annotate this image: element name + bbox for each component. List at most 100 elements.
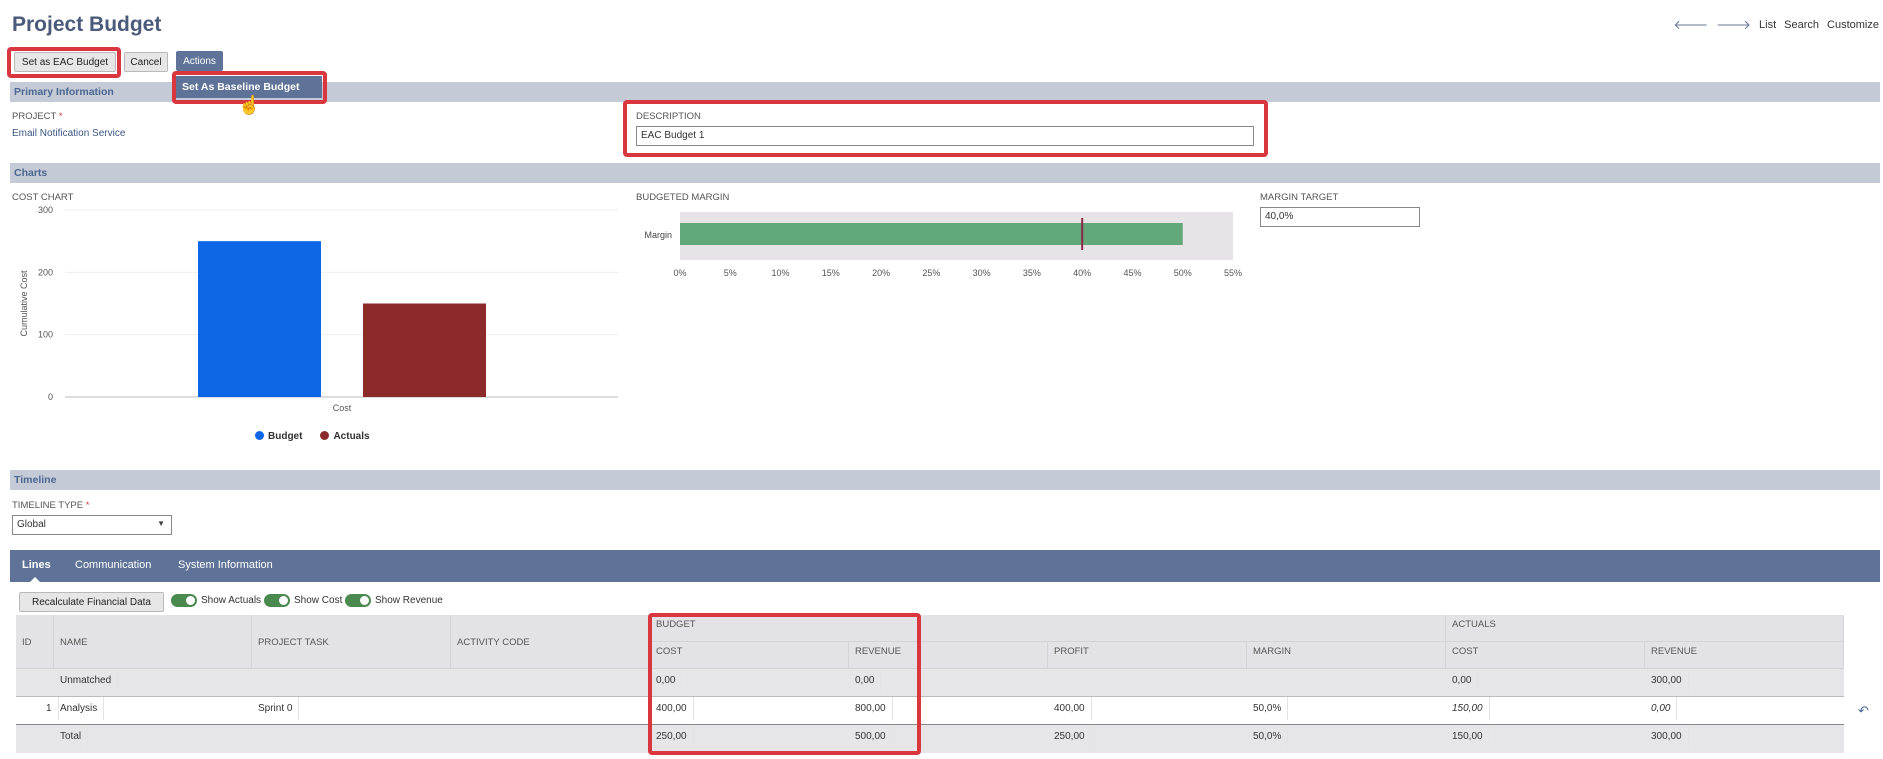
- cell-cost: 250,00: [650, 725, 694, 748]
- top-nav: 🡐 🡒 List Search Customize: [1673, 17, 1879, 33]
- timeline-type-label: TIMELINE TYPE *: [12, 500, 90, 511]
- timeline-type-select[interactable]: Global ▼: [12, 515, 172, 535]
- x-tick-label: 0%: [673, 268, 686, 278]
- project-link[interactable]: Email Notification Service: [12, 128, 125, 139]
- hand-cursor-icon: ☝: [238, 95, 261, 115]
- active-tab-indicator: [30, 577, 40, 582]
- legend-item-budget[interactable]: Budget: [255, 431, 302, 442]
- x-tick-label: Cost: [333, 403, 352, 413]
- cell-revenue[interactable]: 800,00: [849, 697, 893, 720]
- cell-actual-revenue: 0,00: [1645, 697, 1678, 720]
- x-tick-label: 5%: [724, 268, 737, 278]
- cell-name[interactable]: Analysis: [54, 697, 105, 720]
- cell-margin: 50,0%: [1247, 725, 1289, 748]
- legend-dot-icon: [255, 431, 264, 440]
- cell-actual-revenue: 300,00: [1645, 725, 1689, 748]
- x-tick-label: 15%: [822, 268, 840, 278]
- y-tick-label: 100: [38, 330, 53, 340]
- x-tick-label: 35%: [1023, 268, 1041, 278]
- cell-margin: 50,0%: [1247, 697, 1289, 720]
- cell-actual-revenue: 300,00: [1645, 669, 1689, 692]
- lines-table: ID NAME PROJECT TASK ACTIVITY CODE BUDGE…: [16, 615, 1869, 755]
- recalculate-financial-data-button[interactable]: Recalculate Financial Data: [19, 592, 164, 612]
- table-row: [16, 725, 1844, 753]
- cell-cost: 0,00: [650, 669, 683, 692]
- x-tick-label: 25%: [922, 268, 940, 278]
- x-tick-label: 55%: [1224, 268, 1242, 278]
- show-revenue-label: Show Revenue: [375, 595, 443, 606]
- show-cost-toggle[interactable]: [264, 594, 290, 607]
- budgeted-margin-chart: Margin 0% 5% 10% 15% 20% 25% 30% 35% 40% 45% 50% 55%: [644, 212, 1242, 278]
- legend-dot-icon: [320, 431, 330, 440]
- bar-budget: [198, 241, 321, 397]
- forward-arrow-icon[interactable]: 🡒: [1716, 17, 1751, 33]
- table-row: [16, 669, 1844, 697]
- timeline-section[interactable]: Timeline: [10, 470, 1880, 490]
- y-tick-label: Margin: [644, 230, 672, 240]
- x-tick-label: 40%: [1073, 268, 1091, 278]
- cell-name: Total: [54, 725, 89, 748]
- y-tick-label: 300: [38, 205, 53, 215]
- col-cost-header: COST: [650, 642, 849, 669]
- col-actual-cost-header: COST: [1446, 642, 1645, 669]
- y-tick-label: 200: [38, 267, 53, 277]
- cell-revenue: 0,00: [849, 669, 882, 692]
- description-label: DESCRIPTION: [636, 111, 701, 122]
- col-actual-revenue-header: REVENUE: [1645, 642, 1844, 669]
- cell-actual-cost: 150,00: [1446, 725, 1490, 748]
- show-actuals-label: Show Actuals: [201, 595, 262, 606]
- cell-name: Unmatched: [54, 669, 119, 692]
- cell-profit: 400,00: [1048, 697, 1092, 720]
- y-tick-label: 0: [48, 392, 53, 402]
- show-cost-label: Show Cost: [294, 595, 343, 606]
- col-margin-header: MARGIN: [1247, 642, 1446, 669]
- project-label: PROJECT *: [12, 111, 63, 122]
- cell-actual-cost: 150,00: [1446, 697, 1490, 720]
- back-arrow-icon[interactable]: 🡐: [1673, 17, 1708, 33]
- cell-actual-cost: 0,00: [1446, 669, 1479, 692]
- cell-cost[interactable]: 400,00: [650, 697, 694, 720]
- cancel-button[interactable]: Cancel: [124, 52, 168, 72]
- margin-bar: [680, 223, 1183, 245]
- budget-group-header: BUDGET: [650, 615, 1446, 642]
- nav-customize-link[interactable]: Customize: [1827, 19, 1879, 31]
- col-id-header: ID: [16, 615, 54, 669]
- chevron-down-icon: ▼: [157, 519, 165, 528]
- budgeted-margin-label: BUDGETED MARGIN: [636, 192, 730, 203]
- show-actuals-toggle[interactable]: [171, 594, 197, 607]
- bar-actuals: [363, 303, 486, 397]
- x-tick-label: 30%: [973, 268, 991, 278]
- tab-communication[interactable]: Communication: [75, 559, 151, 571]
- show-revenue-toggle[interactable]: [345, 594, 371, 607]
- col-project-task-header: PROJECT TASK: [252, 615, 451, 669]
- col-profit-header: PROFIT: [1048, 642, 1247, 669]
- x-tick-label: 50%: [1174, 268, 1192, 278]
- tab-lines[interactable]: Lines: [22, 559, 51, 571]
- legend-item-actuals[interactable]: Actuals: [320, 431, 370, 442]
- actions-button[interactable]: Actions: [176, 51, 223, 71]
- page-title: Project Budget: [12, 13, 162, 36]
- tab-system-information[interactable]: System Information: [178, 559, 273, 571]
- nav-search-link[interactable]: Search: [1784, 19, 1819, 31]
- description-field[interactable]: EAC Budget 1: [636, 126, 1254, 146]
- charts-section[interactable]: Charts: [10, 163, 1880, 183]
- y-axis-label: Cumulative Cost: [19, 270, 29, 337]
- set-eac-budget-button[interactable]: Set as EAC Budget: [14, 52, 116, 72]
- margin-target-label: MARGIN TARGET: [1260, 192, 1339, 203]
- x-tick-label: 10%: [772, 268, 790, 278]
- timeline-type-value: Global: [17, 519, 46, 530]
- x-tick-label: 20%: [872, 268, 890, 278]
- actuals-group-header: ACTUALS: [1446, 615, 1844, 642]
- x-tick-label: 45%: [1123, 268, 1141, 278]
- margin-target-field[interactable]: 40,0%: [1260, 207, 1420, 227]
- col-revenue-header: REVENUE: [849, 642, 1048, 669]
- undo-icon[interactable]: ↶: [1858, 703, 1869, 719]
- col-activity-code-header: ACTIVITY CODE: [451, 615, 650, 669]
- subtabs-bar: [10, 550, 1880, 582]
- col-name-header: NAME: [54, 615, 252, 669]
- cell-project-task[interactable]: Sprint 0: [252, 697, 300, 720]
- nav-list-link[interactable]: List: [1759, 19, 1776, 31]
- cell-profit: 250,00: [1048, 725, 1092, 748]
- cell-revenue: 500,00: [849, 725, 893, 748]
- cost-chart: 0 100 200 300 Cumulative Cost Cost: [19, 205, 618, 413]
